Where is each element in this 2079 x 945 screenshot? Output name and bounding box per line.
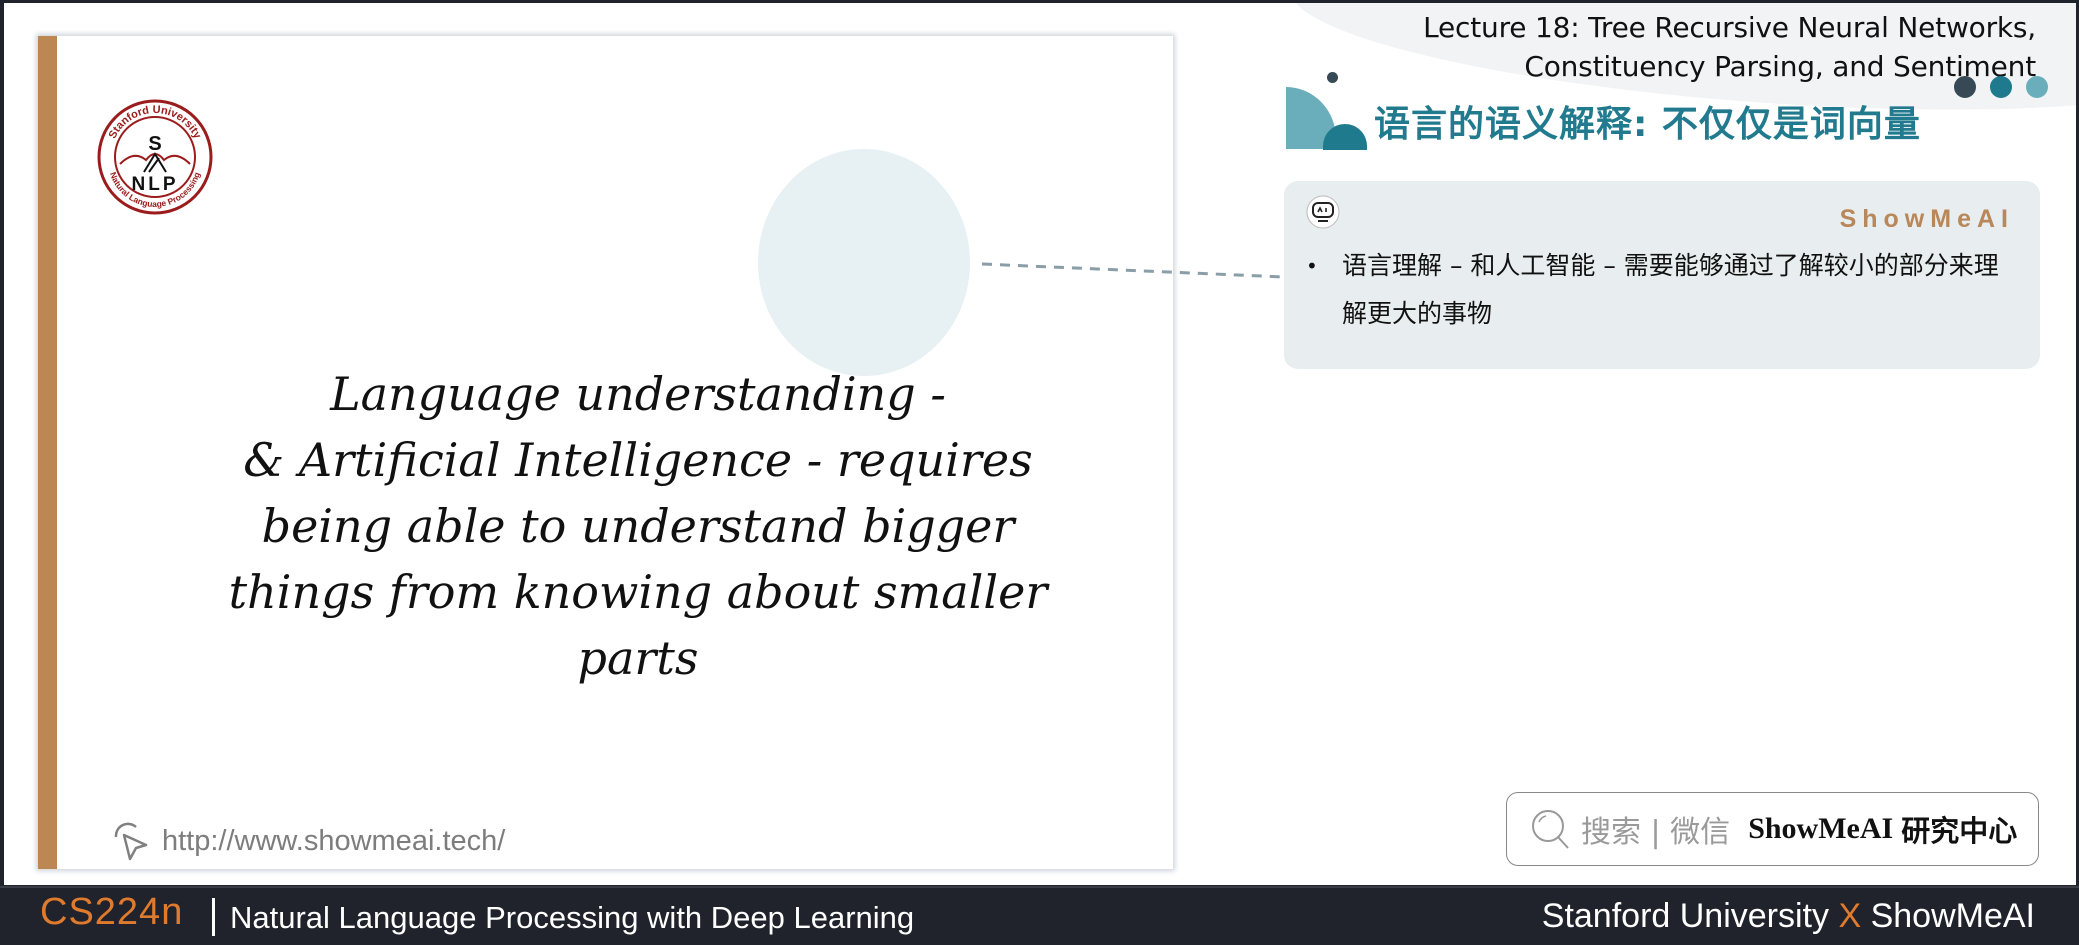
info-card: ShowMeAI • 语言理解 – 和人工智能 – 需要能够通过了解较小的部分来… bbox=[1284, 181, 2040, 369]
course-name: Natural Language Processing with Deep Le… bbox=[230, 900, 915, 935]
deco-dot-3 bbox=[2026, 76, 2048, 98]
website-link-text[interactable]: http://www.showmeai.tech/ bbox=[162, 825, 505, 858]
search-box[interactable]: 搜索 | 微信 ShowMeAI 研究中心 bbox=[1506, 792, 2039, 866]
logo-center-word: NLP bbox=[132, 174, 179, 195]
lecture-slide: Stanford University Natural Language Pro… bbox=[38, 36, 1173, 869]
lecture-title-line2: Constituency Parsing, and Sentiment bbox=[1524, 50, 2036, 83]
credit-showmeai: ShowMeAI bbox=[1870, 897, 2035, 935]
website-link[interactable]: http://www.showmeai.tech/ bbox=[110, 819, 505, 863]
bullet-text: 语言理解 – 和人工智能 – 需要能够通过了解较小的部分来理解更大的事物 bbox=[1342, 251, 1999, 328]
footer-bar: CS224n Natural Language Processing with … bbox=[0, 886, 2079, 945]
quote-line: things from knowing about smaller bbox=[228, 565, 1048, 619]
credit-stanford: Stanford University bbox=[1541, 897, 1829, 935]
lecture-title: Lecture 18: Tree Recursive Neural Networ… bbox=[1423, 8, 2036, 86]
quote-line: being able to understand bigger bbox=[261, 499, 1015, 553]
deco-dot-2 bbox=[1990, 76, 2012, 98]
footer-divider bbox=[212, 898, 215, 936]
quote-line: & Artificial Intelligence - requires bbox=[243, 433, 1033, 487]
quote-line: parts bbox=[577, 631, 699, 685]
course-code: CS224n bbox=[40, 891, 184, 933]
stanford-nlp-logo: Stanford University Natural Language Pro… bbox=[97, 99, 213, 215]
quote-line: Language understanding - bbox=[330, 367, 946, 421]
deco-circle bbox=[758, 149, 970, 376]
bullet-list: • 语言理解 – 和人工智能 – 需要能够通过了解较小的部分来理解更大的事物 bbox=[1306, 242, 2018, 338]
deco-dot-small bbox=[1327, 72, 1338, 83]
logo-center-letter: S bbox=[148, 133, 161, 155]
brand-label: ShowMeAI bbox=[1839, 205, 2014, 233]
lecture-title-line1: Lecture 18: Tree Recursive Neural Networ… bbox=[1423, 11, 2036, 44]
ai-robot-icon bbox=[1306, 195, 1340, 229]
search-suffix: 研究中心 bbox=[1901, 814, 2018, 848]
cursor-click-icon bbox=[114, 822, 148, 861]
bullet-item: • 语言理解 – 和人工智能 – 需要能够通过了解较小的部分来理解更大的事物 bbox=[1306, 242, 2018, 338]
search-icon bbox=[1532, 810, 1569, 849]
section-title: 语言的语义解释: 不仅仅是词向量 bbox=[1374, 104, 1921, 145]
footer-credits: Stanford University X ShowMeAI bbox=[1542, 897, 2035, 936]
bullet-dot: • bbox=[1306, 254, 1318, 278]
slide-quote: Language understanding - & Artificial In… bbox=[138, 361, 1138, 691]
credit-x: X bbox=[1838, 897, 1862, 935]
deco-dot-1 bbox=[1954, 76, 1976, 98]
slide-accent-bar bbox=[38, 36, 57, 869]
slide-canvas: Lecture 18: Tree Recursive Neural Networ… bbox=[4, 3, 2076, 885]
search-brand: ShowMeAI bbox=[1748, 812, 1894, 845]
search-hint: 搜索 | 微信 bbox=[1581, 815, 1731, 850]
